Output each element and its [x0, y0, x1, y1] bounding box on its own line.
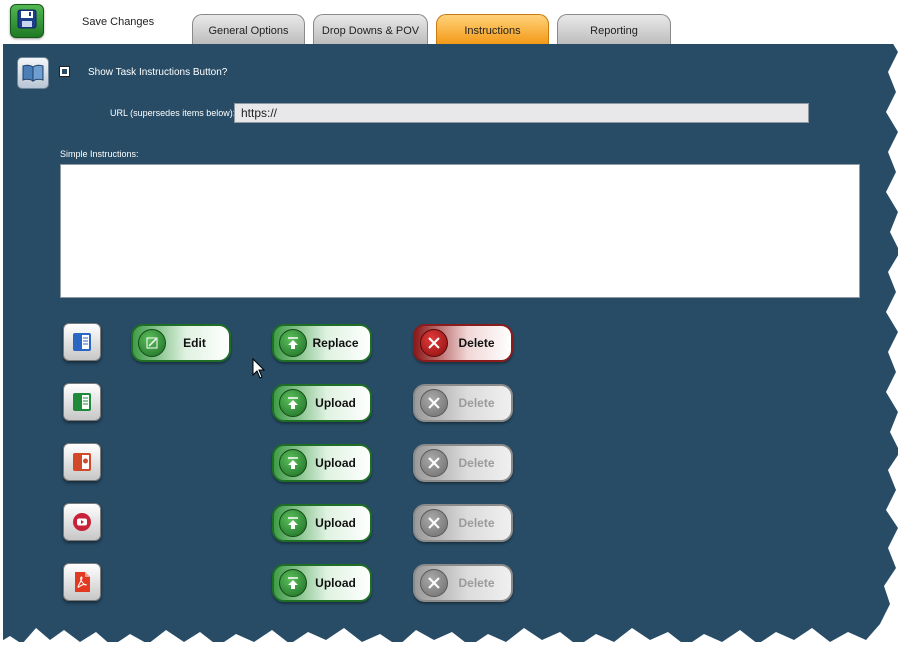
torn-edge-border	[0, 0, 923, 662]
